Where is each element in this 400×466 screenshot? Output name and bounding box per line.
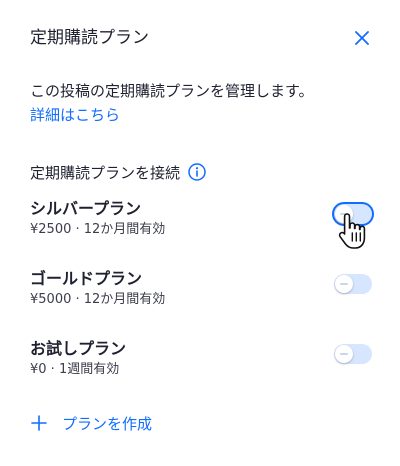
plan-toggle-silver[interactable]: [334, 204, 372, 224]
toggle-knob: [335, 275, 353, 293]
panel-title: 定期購読プラン: [30, 28, 149, 48]
plan-name: シルバープラン: [30, 199, 142, 218]
create-plan-label: プランを作成: [62, 414, 153, 433]
close-button[interactable]: [348, 24, 376, 52]
learn-more-link[interactable]: 詳細はこちら: [30, 103, 380, 127]
panel-header: 定期購読プラン: [30, 24, 380, 52]
plan-detail: ¥0 · 1週間有効: [30, 362, 120, 377]
plan-name: ゴールドプラン: [30, 269, 143, 288]
plan-row-trial: お試しプラン ¥0 · 1週間有効: [30, 338, 372, 382]
info-button[interactable]: [188, 163, 206, 181]
plan-row-silver: シルバープラン ¥2500 · 12か月間有効: [30, 198, 372, 242]
plan-row-gold: ゴールドプラン ¥5000 · 12か月間有効: [30, 268, 372, 312]
description: この投稿の定期購読プランを管理します。 詳細はこちら: [30, 79, 380, 127]
info-icon: [188, 163, 206, 181]
plan-name: お試しプラン: [30, 339, 127, 358]
plan-toggle-gold[interactable]: [334, 274, 372, 294]
plan-detail: ¥5000 · 12か月間有効: [30, 292, 166, 307]
subscription-plans-panel: 定期購読プラン この投稿の定期購読プランを管理します。 詳細はこちら 定期購読プ…: [0, 0, 400, 466]
close-icon: [355, 31, 369, 45]
connect-plans-section: 定期購読プランを接続: [30, 160, 206, 184]
create-plan-button[interactable]: プランを作成: [30, 410, 152, 436]
toggle-knob: [335, 205, 353, 223]
section-label: 定期購読プランを接続: [30, 163, 181, 182]
plan-toggle-trial[interactable]: [334, 344, 372, 364]
toggle-knob: [335, 345, 353, 363]
plus-icon: [30, 414, 48, 432]
plan-detail: ¥2500 · 12か月間有効: [30, 222, 166, 237]
description-text: この投稿の定期購読プランを管理します。: [30, 82, 314, 100]
